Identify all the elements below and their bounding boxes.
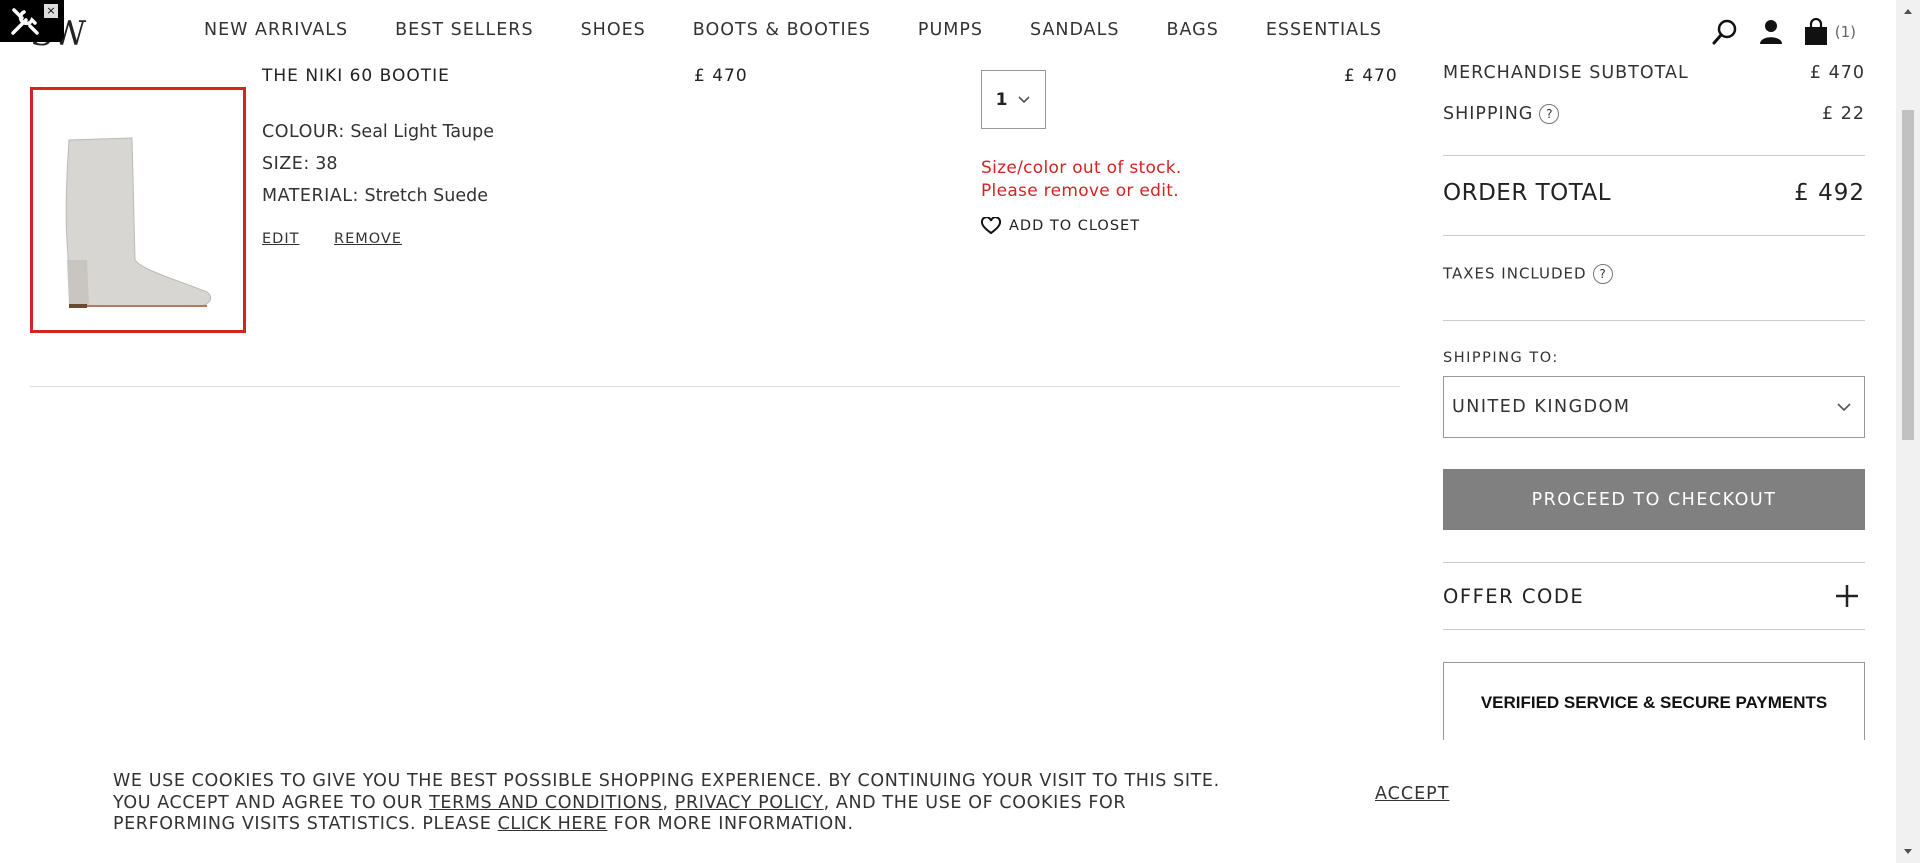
product-material: MATERIAL: Stretch Suede (262, 186, 488, 206)
shipping-value: £ 22 (1822, 104, 1865, 124)
click-here-link[interactable]: CLICK HERE (498, 814, 608, 834)
country-select[interactable]: UNITED KINGDOM (1443, 376, 1865, 438)
header-actions: (1) (1691, 18, 1856, 46)
nav-item-essentials[interactable]: ESSENTIALS (1266, 20, 1382, 40)
page-scrollbar[interactable] (1896, 0, 1920, 863)
product-size: SIZE: 38 (262, 154, 338, 174)
shipping-label: SHIPPING (1443, 104, 1534, 124)
shipping-row: SHIPPING? (1443, 104, 1560, 124)
verified-payments-box: VERIFIED SERVICE & SECURE PAYMENTS (1443, 662, 1865, 742)
unit-price: £ 470 (694, 66, 748, 86)
cart-button[interactable]: (1) (1803, 18, 1856, 46)
scroll-down-arrow[interactable] (1896, 845, 1920, 859)
taxes-label: TAXES INCLUDED (1443, 264, 1587, 283)
product-colour: COLOUR: Seal Light Taupe (262, 122, 494, 142)
bootie-image (65, 137, 212, 308)
stock-error-line-1: Size/color out of stock. (981, 158, 1182, 178)
remove-link[interactable]: REMOVE (334, 231, 402, 247)
summary-divider (1443, 320, 1865, 321)
quantity-value: 1 (995, 89, 1008, 110)
tools-icon (11, 8, 39, 35)
nav-item-pumps[interactable]: PUMPS (918, 20, 983, 40)
heart-icon (981, 217, 1001, 235)
subtotal-value: £ 470 (1809, 63, 1865, 83)
quantity-select[interactable]: 1 (981, 70, 1046, 129)
help-icon[interactable]: ? (1539, 104, 1560, 124)
size-value: 38 (315, 154, 338, 174)
nav-item-best-sellers[interactable]: BEST SELLERS (395, 20, 533, 40)
edit-link[interactable]: EDIT (262, 231, 299, 247)
cookie-text-sep: , (662, 792, 675, 813)
search-icon[interactable] (1711, 18, 1739, 46)
cookie-text: WE USE COOKIES TO GIVE YOU THE BEST POSS… (113, 771, 1243, 836)
proceed-to-checkout-button[interactable]: PROCEED TO CHECKOUT (1443, 469, 1865, 530)
shipping-to-label: SHIPPING TO: (1443, 350, 1559, 366)
order-total-label: ORDER TOTAL (1443, 180, 1612, 206)
stock-error: Size/color out of stock. Please remove o… (981, 157, 1182, 203)
summary-divider (1443, 235, 1865, 236)
add-to-closet-button[interactable]: ADD TO CLOSET (981, 217, 1140, 235)
cookie-banner: WE USE COOKIES TO GIVE YOU THE BEST POSS… (0, 740, 1896, 863)
stock-error-line-2: Please remove or edit. (981, 181, 1179, 201)
nav-item-sandals[interactable]: SANDALS (1030, 20, 1120, 40)
plus-icon (1836, 585, 1858, 607)
country-value: UNITED KINGDOM (1452, 397, 1631, 417)
size-label: SIZE: (262, 154, 310, 174)
privacy-policy-link[interactable]: PRIVACY POLICY (675, 793, 824, 813)
close-icon[interactable]: × (44, 4, 58, 18)
offer-code-label: OFFER CODE (1443, 584, 1585, 608)
colour-label: COLOUR: (262, 122, 345, 142)
product-name[interactable]: THE NIKI 60 BOOTIE (262, 66, 450, 86)
taxes-row: TAXES INCLUDED? (1443, 264, 1613, 284)
offer-code-toggle[interactable]: OFFER CODE (1443, 562, 1865, 630)
nav-item-boots-booties[interactable]: BOOTS & BOOTIES (693, 20, 871, 40)
scroll-thumb[interactable] (1902, 110, 1914, 440)
nav-item-new-arrivals[interactable]: NEW ARRIVALS (204, 20, 348, 40)
line-total: £ 470 (1344, 66, 1398, 86)
accept-cookies-button[interactable]: ACCEPT (1375, 784, 1449, 804)
material-value: Stretch Suede (364, 186, 489, 206)
terms-link[interactable]: TERMS AND CONDITIONS (429, 793, 662, 813)
cart-count: (1) (1834, 23, 1856, 41)
add-to-closet-label: ADD TO CLOSET (1009, 218, 1141, 234)
dev-tools-badge[interactable]: × (0, 0, 64, 42)
shopping-bag-icon (1804, 18, 1827, 45)
main-menu: NEW ARRIVALS BEST SELLERS SHOES BOOTS & … (204, 20, 1429, 40)
summary-divider (1443, 155, 1865, 156)
order-total-value: £ 492 (1794, 180, 1865, 206)
account-icon[interactable] (1759, 19, 1783, 45)
cookie-text-part: FOR MORE INFORMATION. (607, 814, 854, 834)
verified-label: VERIFIED SERVICE & SECURE PAYMENTS (1480, 692, 1828, 712)
chevron-down-icon (1837, 403, 1851, 412)
scroll-up-arrow[interactable] (1896, 4, 1920, 18)
item-divider (30, 386, 1400, 387)
nav-item-shoes[interactable]: SHOES (581, 20, 646, 40)
top-navigation: SW × NEW ARRIVALS BEST SELLERS SHOES BOO… (0, 0, 1896, 62)
colour-value: Seal Light Taupe (350, 122, 495, 142)
help-icon[interactable]: ? (1592, 264, 1613, 284)
material-label: MATERIAL: (262, 186, 359, 206)
nav-item-bags[interactable]: BAGS (1167, 20, 1219, 40)
chevron-down-icon (1018, 95, 1030, 103)
subtotal-label: MERCHANDISE SUBTOTAL (1443, 63, 1689, 83)
product-image[interactable] (30, 87, 246, 333)
